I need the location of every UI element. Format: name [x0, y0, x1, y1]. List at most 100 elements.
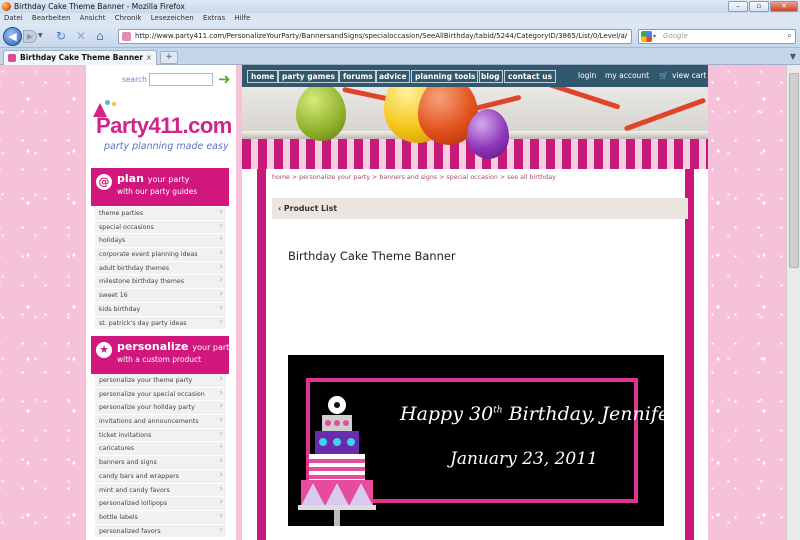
- site-search-label: search: [122, 75, 147, 84]
- back-button[interactable]: ◀: [3, 27, 22, 46]
- tab-list-icon[interactable]: ▼: [790, 52, 796, 61]
- hero-balloons-image: [242, 87, 708, 169]
- search-icon[interactable]: ⌕: [787, 30, 792, 43]
- personalize-title-rest: your party: [192, 343, 235, 352]
- maximize-button[interactable]: ▫: [749, 1, 769, 12]
- site-favicon: [122, 32, 131, 41]
- banner-line-1: Happy 30th Birthday, Jennifer!: [400, 403, 664, 425]
- nav-planning-tools[interactable]: planning tools: [411, 70, 480, 83]
- personalize-item[interactable]: personalized lollipops: [95, 497, 226, 511]
- search-engine-dropdown-icon[interactable]: ▾: [653, 30, 656, 43]
- site-search: search ➜: [86, 71, 236, 88]
- navigation-toolbar: ◀ ▶ ▼ ↻ ✕ ⌂ http://www.party411.com/Pers…: [0, 24, 800, 48]
- web-search-box[interactable]: ▾ Google ⌕: [638, 29, 796, 44]
- menu-lesezeichen[interactable]: Lesezeichen: [151, 14, 194, 22]
- product-banner-image[interactable]: Happy 30th Birthday, Jennifer! January 2…: [288, 355, 664, 526]
- personalize-item[interactable]: caricatures: [95, 442, 226, 457]
- personalize-item[interactable]: personalize your special occasion: [95, 387, 226, 402]
- firefox-icon: [2, 2, 11, 11]
- personalize-title: personalize: [117, 340, 189, 353]
- close-window-button[interactable]: ✕: [770, 1, 798, 12]
- personalize-item[interactable]: personalize your theme party: [95, 374, 226, 388]
- page-viewport: search ➜ Party411.com party planning mad…: [0, 65, 800, 540]
- nav-blog[interactable]: blog: [477, 70, 504, 83]
- url-bar[interactable]: http://www.party411.com/PersonalizeYourP…: [118, 29, 632, 44]
- search-placeholder: Google: [663, 32, 688, 40]
- nav-advice[interactable]: advice: [375, 70, 411, 83]
- nav-party-games[interactable]: party games: [278, 70, 340, 83]
- window-titlebar: Birthday Cake Theme Banner - Mozilla Fir…: [0, 0, 800, 13]
- plan-item[interactable]: kids birthday: [95, 302, 226, 317]
- personalize-item[interactable]: ticket invitations: [95, 428, 226, 443]
- personalize-item[interactable]: candy bars and wrappers: [95, 469, 226, 484]
- history-dropdown-icon[interactable]: ▼: [38, 32, 43, 39]
- plan-item[interactable]: corporate event planning ideas: [95, 248, 226, 262]
- plan-item[interactable]: sweet 16: [95, 289, 226, 303]
- site-top-nav: home party games forums advice planning …: [242, 65, 708, 87]
- tab-bar: Birthday Cake Theme Banner × + ▼: [0, 48, 800, 65]
- login-link[interactable]: login: [578, 71, 596, 80]
- plan-subtitle: with our party guides: [117, 187, 198, 196]
- personalize-item[interactable]: invitations and announcements: [95, 415, 226, 429]
- personalize-menu: personalize your theme party personalize…: [95, 374, 226, 539]
- menu-extras[interactable]: Extras: [203, 14, 225, 22]
- plan-menu: theme parties special occasions holidays…: [95, 207, 226, 331]
- my-account-link[interactable]: my account: [605, 71, 649, 80]
- menu-ansicht[interactable]: Ansicht: [80, 14, 106, 22]
- tab-active[interactable]: Birthday Cake Theme Banner ×: [3, 50, 157, 65]
- nav-home[interactable]: home: [247, 70, 279, 83]
- logo-tagline: party planning made easy: [104, 141, 229, 152]
- tab-title: Birthday Cake Theme Banner: [20, 53, 143, 62]
- bookmark-star-icon[interactable]: ☆: [620, 30, 628, 43]
- plan-item[interactable]: special occasions: [95, 220, 226, 235]
- personalize-section-header[interactable]: ★ personalize your party with a custom p…: [91, 336, 234, 374]
- cart-icon[interactable]: 🛒: [659, 71, 668, 80]
- reload-icon[interactable]: ↻: [56, 29, 66, 43]
- search-go-arrow-icon[interactable]: ➜: [218, 71, 231, 87]
- forward-button[interactable]: ▶: [23, 30, 37, 43]
- nav-contact-us[interactable]: contact us: [504, 70, 557, 83]
- page-title: Birthday Cake Theme Banner: [288, 249, 456, 263]
- menu-hilfe[interactable]: Hilfe: [234, 14, 250, 22]
- site-logo[interactable]: Party411.com party planning made easy: [91, 100, 232, 160]
- menu-datei[interactable]: Datei: [4, 14, 23, 22]
- personalize-item[interactable]: bottle labels: [95, 510, 226, 525]
- content-panel: home > personalize your party > banners …: [257, 169, 694, 540]
- plan-item[interactable]: adult birthday themes: [95, 261, 226, 276]
- stop-icon[interactable]: ✕: [76, 29, 86, 43]
- purple-balloon-icon: [467, 109, 509, 159]
- plan-title: plan: [117, 172, 144, 185]
- star-badge-icon: ★: [96, 342, 112, 358]
- minimize-button[interactable]: –: [728, 1, 748, 12]
- personalize-item[interactable]: banners and signs: [95, 456, 226, 470]
- product-list-link[interactable]: ‹ Product List: [272, 198, 688, 219]
- plan-item[interactable]: milestone birthday themes: [95, 275, 226, 290]
- main-column: home party games forums advice planning …: [242, 65, 708, 540]
- new-tab-button[interactable]: +: [160, 51, 178, 64]
- breadcrumb[interactable]: home > personalize your party > banners …: [272, 174, 556, 181]
- page-scrollbar[interactable]: [786, 65, 800, 540]
- tab-favicon: [8, 54, 16, 62]
- plan-item[interactable]: theme parties: [95, 207, 226, 221]
- confetti-icon: [105, 100, 110, 105]
- url-text: http://www.party411.com/PersonalizeYourP…: [135, 32, 628, 40]
- scrollbar-thumb[interactable]: [789, 73, 799, 268]
- menu-bearbeiten[interactable]: Bearbeiten: [32, 14, 70, 22]
- menu-bar: Datei Bearbeiten Ansicht Chronik Lesezei…: [0, 13, 800, 24]
- home-icon[interactable]: ⌂: [96, 29, 104, 43]
- menu-chronik[interactable]: Chronik: [115, 14, 142, 22]
- plan-section-header[interactable]: @ plan your party with our party guides: [91, 168, 229, 206]
- plan-item[interactable]: holidays: [95, 234, 226, 249]
- nav-forums[interactable]: forums: [339, 70, 377, 83]
- google-icon: [641, 31, 652, 42]
- confetti-icon: [112, 102, 116, 106]
- tab-close-icon[interactable]: ×: [146, 51, 152, 64]
- view-cart-link[interactable]: view cart: [672, 71, 706, 80]
- site-search-input[interactable]: [149, 73, 213, 86]
- personalize-item[interactable]: mint and candy favors: [95, 483, 226, 498]
- logo-name: Party411.com: [96, 113, 232, 138]
- plan-item[interactable]: st. patrick's day party ideas: [95, 316, 226, 331]
- personalize-item[interactable]: personalize your holiday party: [95, 401, 226, 416]
- personalize-item[interactable]: personalized favors: [95, 524, 226, 539]
- birthday-cake-icon: [298, 396, 376, 526]
